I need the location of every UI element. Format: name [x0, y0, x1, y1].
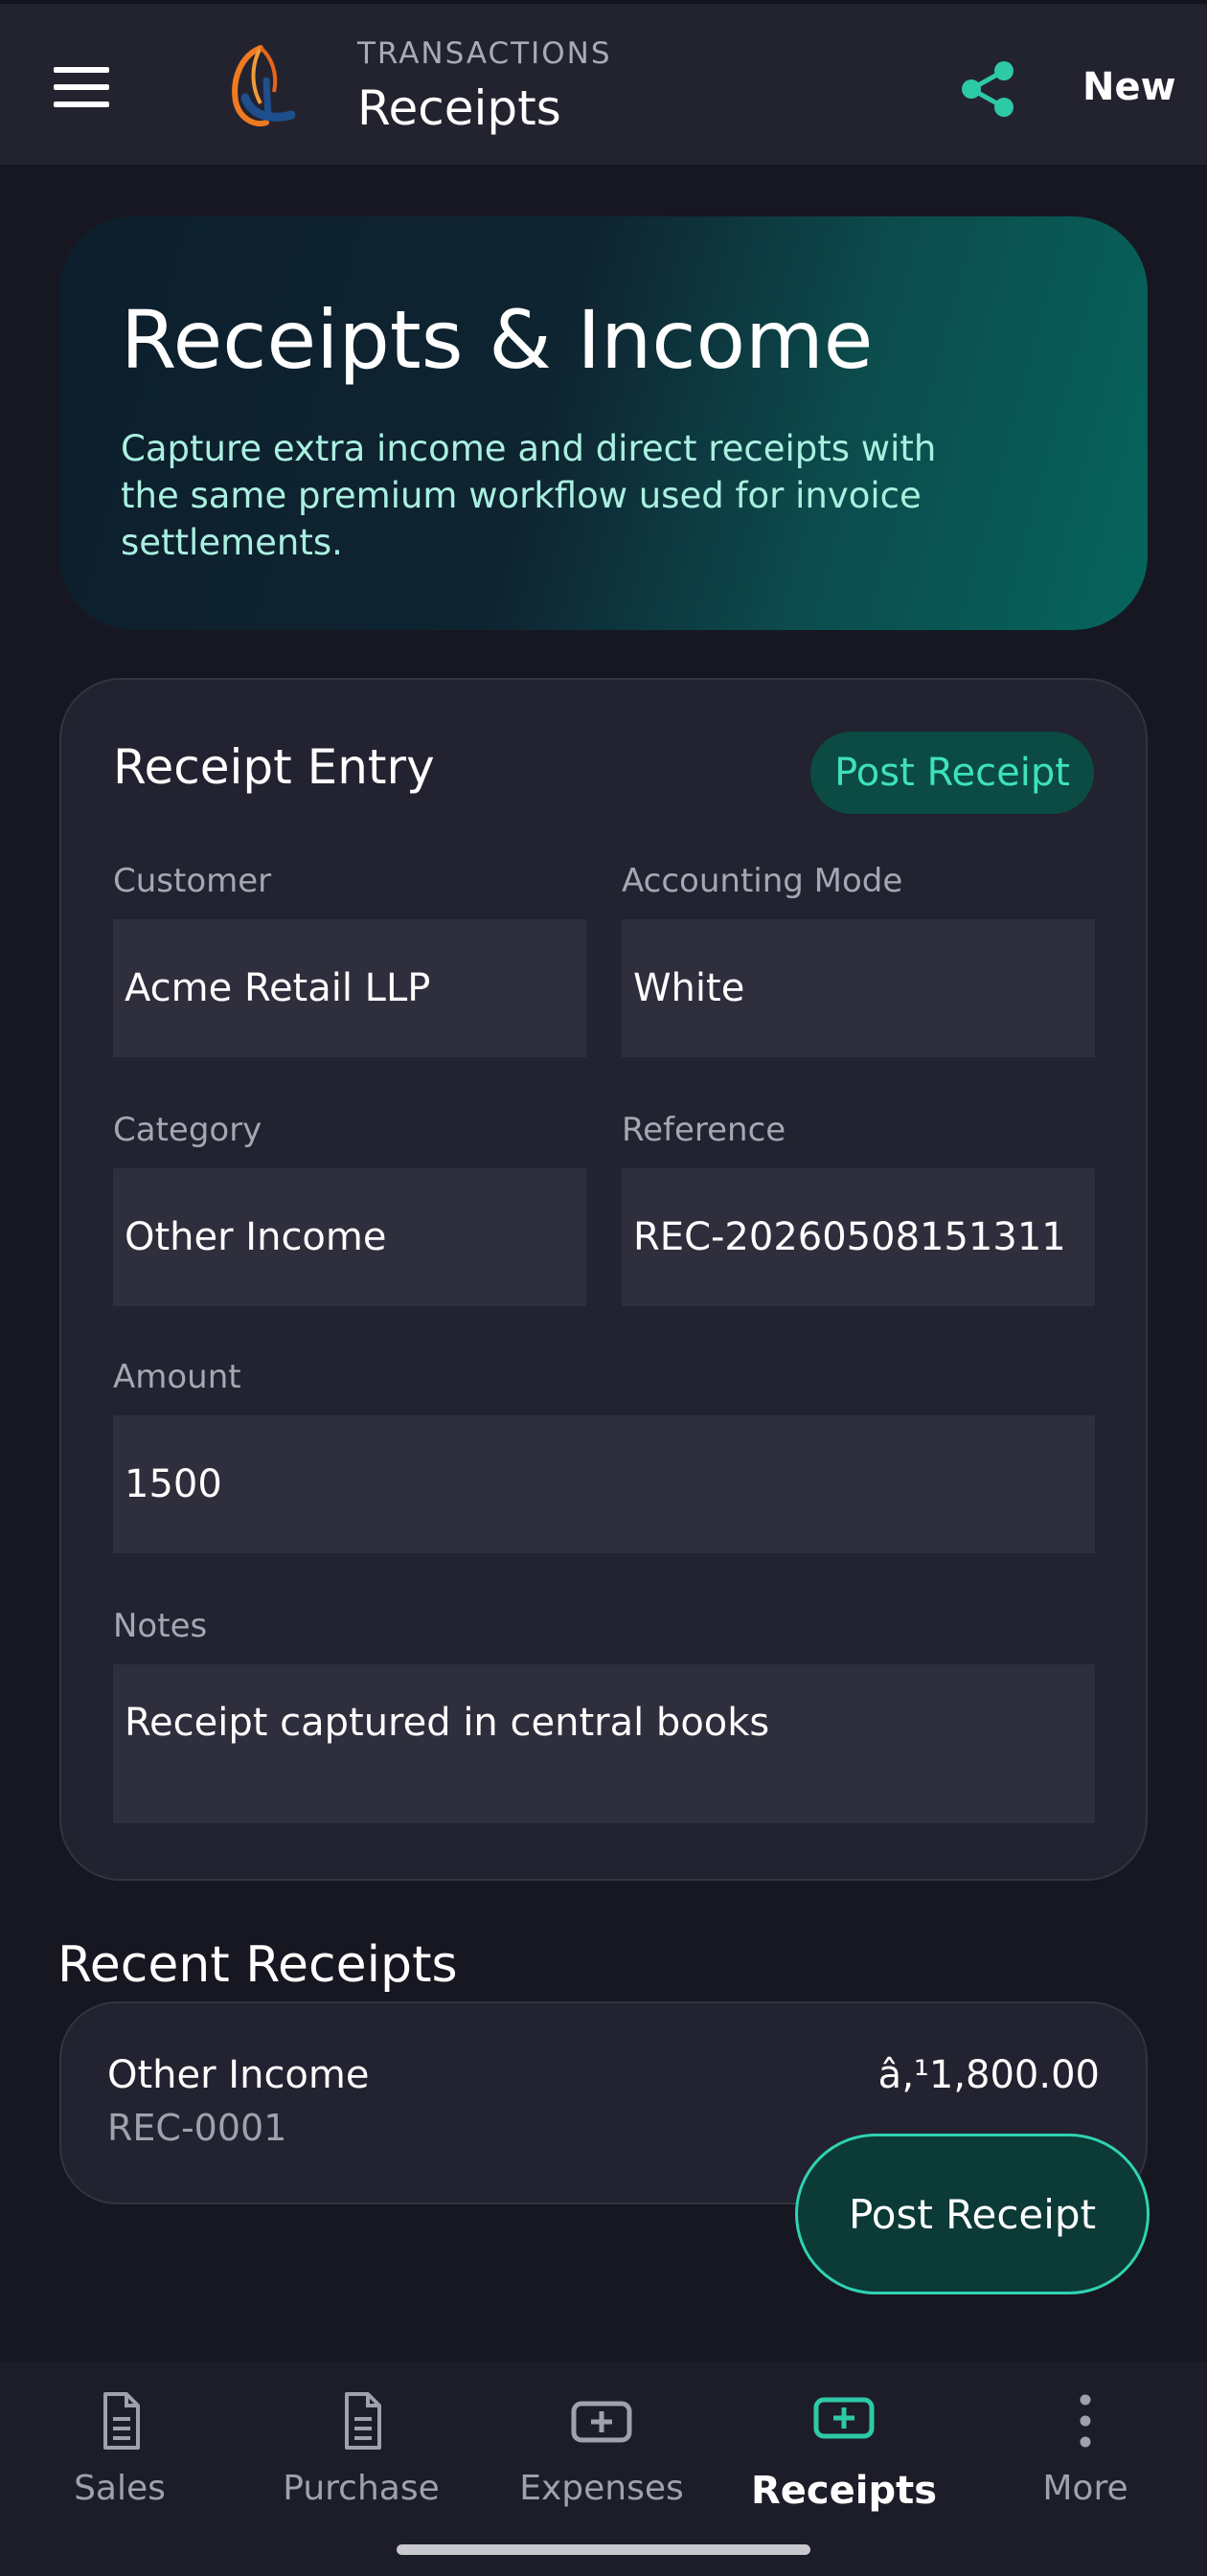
page-title: Receipts — [357, 80, 561, 136]
share-icon[interactable] — [960, 59, 1017, 119]
logo-icon — [232, 45, 296, 126]
customer-label: Customer — [113, 862, 272, 900]
accounting-mode-label: Accounting Mode — [622, 862, 903, 900]
amount-field[interactable]: 1500 — [113, 1415, 1095, 1553]
receipt-amount: â‚¹1,800.00 — [877, 2053, 1100, 2097]
receipt-entry-card: Receipt Entry Post Receipt Customer Acme… — [59, 678, 1148, 1881]
category-label: Category — [113, 1111, 262, 1149]
accounting-mode-field[interactable]: White — [622, 919, 1095, 1057]
reference-field[interactable]: REC-20260508151311 — [622, 1168, 1095, 1306]
nav-label: More — [1042, 2469, 1128, 2508]
plus-box-icon — [571, 2401, 632, 2443]
nav-item-sales[interactable]: Sales — [14, 2390, 225, 2534]
new-button[interactable]: New — [1082, 65, 1176, 109]
nav-item-purchase[interactable]: Purchase — [256, 2390, 467, 2534]
notes-label: Notes — [113, 1607, 208, 1645]
customer-field[interactable]: Acme Retail LLP — [113, 919, 586, 1057]
more-vertical-icon — [1080, 2394, 1091, 2448]
nav-item-expenses[interactable]: Expenses — [496, 2390, 707, 2534]
nav-label: Purchase — [283, 2469, 440, 2508]
nav-item-more[interactable]: More — [980, 2390, 1191, 2534]
nav-label: Receipts — [750, 2469, 938, 2513]
document-icon — [345, 2392, 381, 2450]
hero-banner: Receipts & Income Capture extra income a… — [59, 216, 1148, 630]
notes-field[interactable]: Receipt captured in central books — [113, 1664, 1095, 1823]
reference-label: Reference — [622, 1111, 786, 1149]
post-receipt-chip[interactable]: Post Receipt — [810, 732, 1094, 814]
plus-box-icon — [813, 2397, 875, 2439]
document-icon — [103, 2392, 140, 2450]
hero-title: Receipts & Income — [121, 293, 874, 387]
app-bar: TRANSACTIONS Receipts New — [0, 0, 1207, 165]
nav-item-receipts[interactable]: Receipts — [739, 2390, 949, 2534]
receipt-category: Other Income — [107, 2053, 370, 2097]
hero-description: Capture extra income and direct receipts… — [121, 428, 937, 563]
section-overline: TRANSACTIONS — [357, 36, 612, 71]
card-title: Receipt Entry — [113, 739, 435, 795]
recent-receipts-title: Recent Receipts — [57, 1936, 458, 1994]
home-indicator[interactable] — [397, 2544, 810, 2555]
nav-label: Expenses — [519, 2469, 684, 2508]
post-receipt-button[interactable]: Post Receipt — [795, 2134, 1150, 2294]
receipt-reference: REC-0001 — [107, 2107, 287, 2149]
nav-label: Sales — [74, 2469, 166, 2508]
menu-icon[interactable] — [54, 67, 109, 107]
amount-label: Amount — [113, 1358, 241, 1396]
category-field[interactable]: Other Income — [113, 1168, 586, 1306]
